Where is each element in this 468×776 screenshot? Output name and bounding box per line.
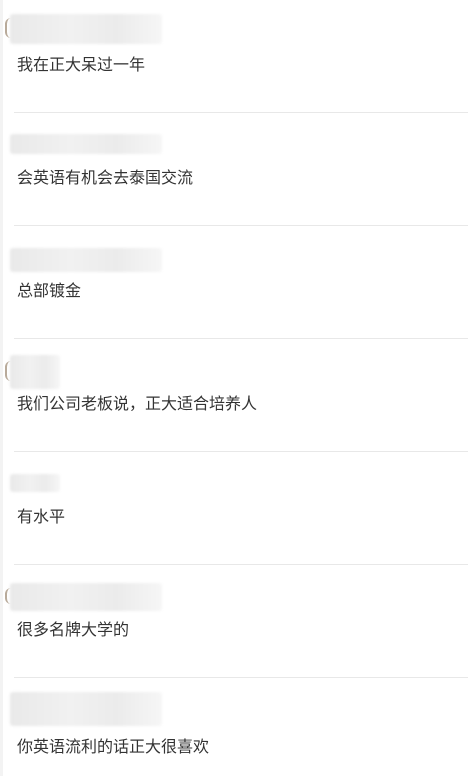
- comment-item[interactable]: 我在正大呆过一年: [0, 0, 468, 113]
- username-blurred[interactable]: [10, 248, 162, 272]
- comment-list: 我在正大呆过一年 会英语有机会去泰国交流 总部镀金 我们公司老板说，正大适合培养…: [0, 0, 468, 776]
- username-blurred[interactable]: [10, 14, 162, 44]
- comment-item[interactable]: 我们公司老板说，正大适合培养人: [0, 339, 468, 452]
- username-blurred[interactable]: [10, 474, 60, 492]
- comment-item[interactable]: 很多名牌大学的: [0, 565, 468, 678]
- username-blurred[interactable]: [10, 134, 162, 154]
- comment-item[interactable]: 你英语流利的话正大很喜欢: [0, 678, 468, 776]
- comment-text: 有水平: [17, 507, 66, 526]
- comment-text: 很多名牌大学的: [17, 620, 130, 639]
- comment-item[interactable]: 会英语有机会去泰国交流: [0, 113, 468, 226]
- comment-text: 我们公司老板说，正大适合培养人: [17, 394, 258, 413]
- comment-text: 总部镀金: [17, 281, 82, 300]
- comment-text: 我在正大呆过一年: [17, 55, 146, 74]
- username-blurred[interactable]: [10, 355, 60, 389]
- username-blurred[interactable]: [10, 692, 162, 726]
- comment-text: 你英语流利的话正大很喜欢: [17, 737, 210, 756]
- comment-text: 会英语有机会去泰国交流: [17, 168, 194, 187]
- username-blurred[interactable]: [10, 583, 162, 611]
- comment-item[interactable]: 总部镀金: [0, 226, 468, 339]
- comment-item[interactable]: 有水平: [0, 452, 468, 565]
